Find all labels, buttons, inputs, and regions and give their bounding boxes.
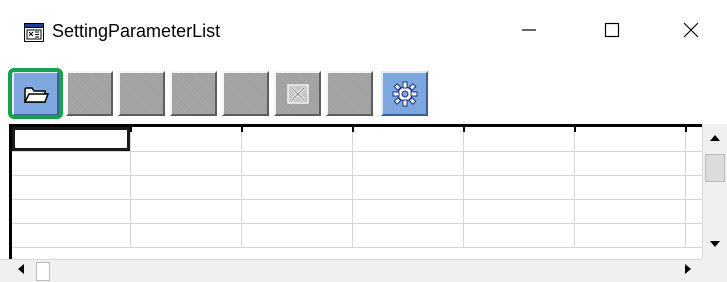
- minimize-button[interactable]: [500, 0, 558, 64]
- grid-cell[interactable]: [352, 223, 464, 248]
- grid-row: [12, 175, 702, 200]
- scroll-left-arrow-icon: [17, 262, 25, 280]
- toolbar-button-4[interactable]: [170, 71, 217, 116]
- grid-row: [12, 199, 702, 224]
- title-bar[interactable]: SettingParameterList: [0, 0, 727, 64]
- scroll-left-button[interactable]: [12, 261, 30, 281]
- size-grip[interactable]: [702, 259, 727, 282]
- grid-cell[interactable]: [241, 175, 353, 200]
- grid-cell[interactable]: [12, 223, 131, 248]
- toolbar-button-7[interactable]: [326, 71, 373, 116]
- vertical-scroll-thumb[interactable]: [705, 154, 725, 182]
- settings-button[interactable]: [381, 71, 428, 116]
- grid-cell[interactable]: [463, 223, 575, 248]
- grid-cell[interactable]: [352, 175, 464, 200]
- grid-cell[interactable]: [130, 175, 242, 200]
- scroll-up-arrow-icon: [709, 129, 721, 147]
- minimize-icon: [521, 22, 537, 43]
- window-title: SettingParameterList: [52, 21, 221, 41]
- grid-cell[interactable]: [12, 199, 131, 224]
- column-divider[interactable]: [685, 127, 687, 132]
- grid-row: [12, 223, 702, 248]
- grid-cell[interactable]: [130, 151, 242, 176]
- column-divider[interactable]: [130, 127, 132, 132]
- grid-cell-overflow: [685, 151, 702, 176]
- grid-cell[interactable]: [574, 199, 686, 224]
- horizontal-scrollbar[interactable]: [0, 259, 702, 282]
- horizontal-scroll-thumb[interactable]: [36, 262, 50, 281]
- maximize-icon: [604, 22, 620, 43]
- toolbar-button-3[interactable]: [118, 71, 165, 116]
- grid-row: [12, 151, 702, 176]
- grid-cell[interactable]: [352, 199, 464, 224]
- close-icon: [683, 22, 699, 43]
- grid-cell[interactable]: [130, 199, 242, 224]
- maximize-button[interactable]: [583, 0, 641, 64]
- grid-cell-overflow: [685, 127, 702, 152]
- grid-cell[interactable]: [241, 151, 353, 176]
- toolbar-button-2[interactable]: [66, 71, 113, 116]
- grid-cell[interactable]: [574, 223, 686, 248]
- grid-cell-overflow: [685, 223, 702, 248]
- scroll-right-arrow-icon: [684, 262, 692, 280]
- column-divider[interactable]: [574, 127, 576, 132]
- delete-button[interactable]: [274, 71, 321, 116]
- grid-cell[interactable]: [130, 223, 242, 248]
- parameter-grid[interactable]: [9, 124, 702, 259]
- grid-cell[interactable]: [463, 127, 575, 152]
- column-divider[interactable]: [352, 127, 354, 132]
- vertical-scrollbar[interactable]: [702, 124, 727, 259]
- grid-cell[interactable]: [463, 151, 575, 176]
- scroll-down-arrow-icon: [709, 235, 721, 253]
- grid-cell[interactable]: [130, 127, 242, 152]
- grid-cell[interactable]: [12, 127, 131, 152]
- grid-cell[interactable]: [574, 151, 686, 176]
- column-divider[interactable]: [241, 127, 243, 132]
- toolbar-button-5[interactable]: [222, 71, 269, 116]
- column-divider[interactable]: [463, 127, 465, 132]
- scroll-down-button[interactable]: [704, 234, 726, 254]
- grid-cell[interactable]: [574, 127, 686, 152]
- grid-cell-overflow: [685, 175, 702, 200]
- grid-table: [12, 127, 702, 248]
- grid-cell[interactable]: [352, 151, 464, 176]
- grid-cell[interactable]: [241, 223, 353, 248]
- setting-parameter-list-window: SettingParameterList: [0, 0, 727, 282]
- grid-cell-overflow: [685, 199, 702, 224]
- grid-cell[interactable]: [241, 199, 353, 224]
- grid-cell[interactable]: [241, 127, 353, 152]
- grid-cell[interactable]: [463, 175, 575, 200]
- grid-cell[interactable]: [463, 199, 575, 224]
- scroll-right-button[interactable]: [678, 261, 698, 281]
- app-window-icon: [24, 23, 44, 42]
- close-button[interactable]: [662, 0, 720, 64]
- scroll-up-button[interactable]: [704, 128, 726, 148]
- grid-cell[interactable]: [12, 175, 131, 200]
- grid-cell[interactable]: [574, 175, 686, 200]
- grid-row: [12, 127, 702, 152]
- open-folder-button[interactable]: [12, 71, 59, 116]
- grid-cell[interactable]: [12, 151, 131, 176]
- grid-cell[interactable]: [352, 127, 464, 152]
